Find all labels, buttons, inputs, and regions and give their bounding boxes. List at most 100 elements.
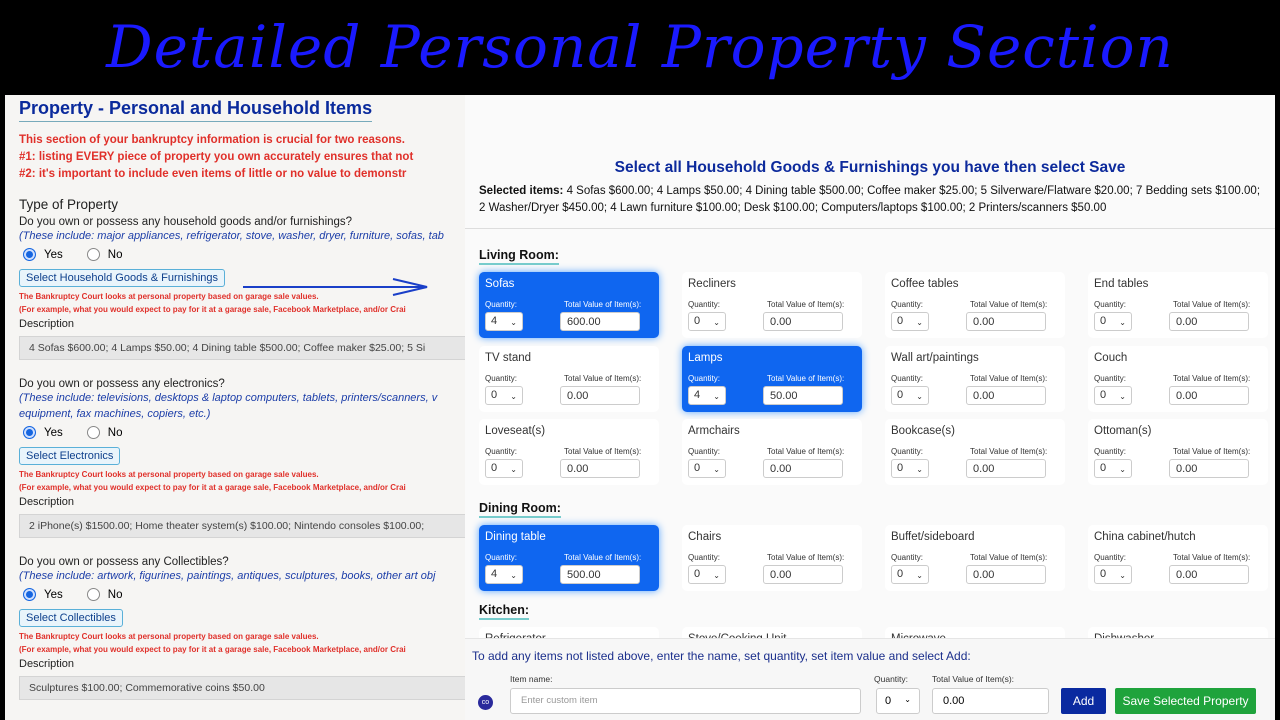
item-card[interactable]: Recliners Quantity: Total Value of Item(s)…	[682, 272, 862, 338]
value-input[interactable]: 0.00	[1169, 312, 1249, 331]
item-card[interactable]: Ottoman(s) Quantity: Total Value of Item(s…	[1088, 419, 1268, 485]
quantity-select[interactable]: 0 ⌄	[688, 459, 726, 478]
quantity-select[interactable]: 0 ⌄	[688, 565, 726, 584]
banner-title: Detailed Personal Property Section	[106, 13, 1174, 81]
value-input[interactable]: 0.00	[1169, 385, 1249, 405]
value-label: Total Value of Item(s):	[1173, 300, 1251, 309]
custom-quantity-select[interactable]: 0 ⌄	[876, 688, 920, 714]
item-card[interactable]: Sofas Quantity: Total Value of Item(s): 4 ⌄ 6…	[479, 272, 659, 338]
property-question-section: Do you own or possess any Collectibles? (…	[19, 556, 475, 700]
quantity-value: 0	[897, 388, 904, 401]
item-card[interactable]: End tables Quantity: Total Value of Item(s…	[1088, 272, 1268, 338]
custom-value-input[interactable]: 0.00	[932, 688, 1049, 714]
radio-icon[interactable]	[86, 588, 100, 601]
item-name: TV stand	[485, 351, 532, 364]
item-card[interactable]: Dining table Quantity: Total Value of Item…	[479, 525, 659, 591]
value-input[interactable]: 0.00	[560, 385, 640, 405]
value-input[interactable]: 50.00	[763, 385, 843, 405]
question-hint: (These include: televisions, desktops & …	[19, 392, 438, 404]
assistant-logo-icon[interactable]: co	[478, 695, 493, 710]
quantity-select[interactable]: 4 ⌄	[485, 312, 523, 331]
radio-no[interactable]: No	[86, 426, 122, 439]
quantity-label: Quantity:	[688, 553, 721, 562]
quantity-label: Quantity:	[485, 553, 518, 562]
question-hint: (These include: major appliances, refrig…	[19, 230, 444, 242]
quantity-select[interactable]: 0 ⌄	[891, 565, 929, 584]
value-input[interactable]: 0.00	[763, 459, 843, 478]
value-input[interactable]: 0.00	[966, 385, 1046, 405]
value-input[interactable]: 600.00	[560, 312, 640, 331]
radio-no[interactable]: No	[86, 588, 122, 601]
value-input[interactable]: 0.00	[966, 459, 1046, 478]
value-input[interactable]: 0.00	[966, 312, 1046, 331]
quantity-select[interactable]: 0 ⌄	[1094, 312, 1132, 331]
type-of-property-heading: Type of Property	[19, 197, 119, 212]
court-note: The Bankruptcy Court looks at personal p…	[19, 470, 319, 479]
radio-icon[interactable]	[86, 248, 100, 261]
intro-line: #1: listing EVERY piece of property you …	[19, 151, 414, 163]
quantity-label: Quantity:	[688, 373, 721, 383]
item-card[interactable]: Lamps Quantity: Total Value of Item(s): 4 ⌄ 5…	[682, 345, 862, 412]
quantity-label: Quantity:	[1094, 300, 1127, 309]
value-input[interactable]: 0.00	[966, 565, 1046, 584]
item-card[interactable]: China cabinet/hutch Quantity: Total Value …	[1088, 525, 1268, 591]
quantity-select[interactable]: 4 ⌄	[485, 565, 523, 584]
radio-icon[interactable]	[86, 426, 100, 439]
item-card[interactable]: Armchairs Quantity: Total Value of Item(s)…	[682, 419, 862, 485]
quantity-select[interactable]: 0 ⌄	[1094, 565, 1132, 584]
value-input[interactable]: 0.00	[1169, 459, 1249, 478]
value-input[interactable]: 0.00	[763, 565, 843, 584]
chevron-down-icon: ⌄	[713, 465, 720, 474]
radio-no[interactable]: No	[86, 248, 122, 261]
value-input[interactable]: 500.00	[560, 565, 640, 584]
quantity-select[interactable]: 0 ⌄	[891, 459, 929, 478]
item-card[interactable]: Wall art/paintings Quantity: Total Value o…	[885, 345, 1065, 412]
chevron-down-icon: ⌄	[904, 695, 911, 704]
radio-yes[interactable]: Yes	[23, 588, 63, 601]
radio-icon[interactable]	[23, 588, 36, 601]
radio-yes[interactable]: Yes	[23, 248, 63, 261]
item-card[interactable]: Bookcase(s) Quantity: Total Value of Item(…	[885, 419, 1065, 485]
radio-icon[interactable]	[23, 426, 36, 439]
item-card[interactable]: Chairs Quantity: Total Value of Item(s): 0 ⌄…	[682, 525, 862, 591]
select-category-button[interactable]: Select Electronics	[19, 447, 121, 465]
divider	[465, 228, 1275, 229]
quantity-select[interactable]: 4 ⌄	[688, 385, 726, 405]
description-field[interactable]: 4 Sofas $600.00; 4 Lamps $50.00; 4 Dinin…	[19, 336, 475, 360]
quantity-label: Quantity:	[1094, 373, 1127, 383]
quantity-select[interactable]: 0 ⌄	[485, 459, 523, 478]
quantity-select[interactable]: 0 ⌄	[485, 385, 523, 405]
select-category-button[interactable]: Select Collectibles	[19, 609, 123, 627]
item-name: Armchairs	[688, 425, 740, 437]
quantity-value: 4	[491, 568, 498, 580]
selected-items-label: Selected items:	[479, 185, 564, 197]
value-input[interactable]: 0.00	[560, 459, 640, 478]
add-button[interactable]: Add	[1061, 688, 1106, 714]
quantity-select[interactable]: 0 ⌄	[688, 312, 726, 331]
item-card[interactable]: TV stand Quantity: Total Value of Item(s):…	[479, 345, 659, 412]
quantity-select[interactable]: 0 ⌄	[1094, 385, 1132, 405]
item-name: Ottoman(s)	[1094, 425, 1152, 437]
quantity-select[interactable]: 0 ⌄	[891, 312, 929, 331]
value-label: Total Value of Item(s):	[564, 447, 642, 456]
item-card[interactable]: Buffet/sideboard Quantity: Total Value of …	[885, 525, 1065, 591]
page-title: Property - Personal and Household Items	[19, 98, 373, 122]
radio-yes[interactable]: Yes	[23, 426, 63, 439]
description-label: Description	[19, 318, 75, 330]
value-input[interactable]: 0.00	[763, 312, 843, 331]
quantity-select[interactable]: 0 ⌄	[891, 385, 929, 405]
custom-item-name-input[interactable]: Enter custom item	[510, 688, 861, 714]
radio-icon[interactable]	[23, 248, 36, 261]
item-card[interactable]: Loveseat(s) Quantity: Total Value of Item(…	[479, 419, 659, 485]
save-selected-property-button[interactable]: Save Selected Property	[1115, 688, 1256, 714]
select-category-button[interactable]: Select Household Goods & Furnishings	[19, 269, 225, 287]
quantity-select[interactable]: 0 ⌄	[1094, 459, 1132, 478]
value-input[interactable]: 0.00	[1169, 565, 1249, 584]
item-card[interactable]: Couch Quantity: Total Value of Item(s): 0 ⌄ 0…	[1088, 345, 1268, 412]
chevron-down-icon: ⌄	[916, 391, 923, 401]
item-card[interactable]: Coffee tables Quantity: Total Value of Ite…	[885, 272, 1065, 338]
description-field[interactable]: 2 iPhone(s) $1500.00; Home theater syste…	[19, 514, 475, 538]
value-label: Total Value of Item(s):	[1173, 553, 1251, 562]
item-name-label: Item name:	[510, 674, 553, 684]
description-field[interactable]: Sculptures $100.00; Commemorative coins …	[19, 676, 475, 700]
